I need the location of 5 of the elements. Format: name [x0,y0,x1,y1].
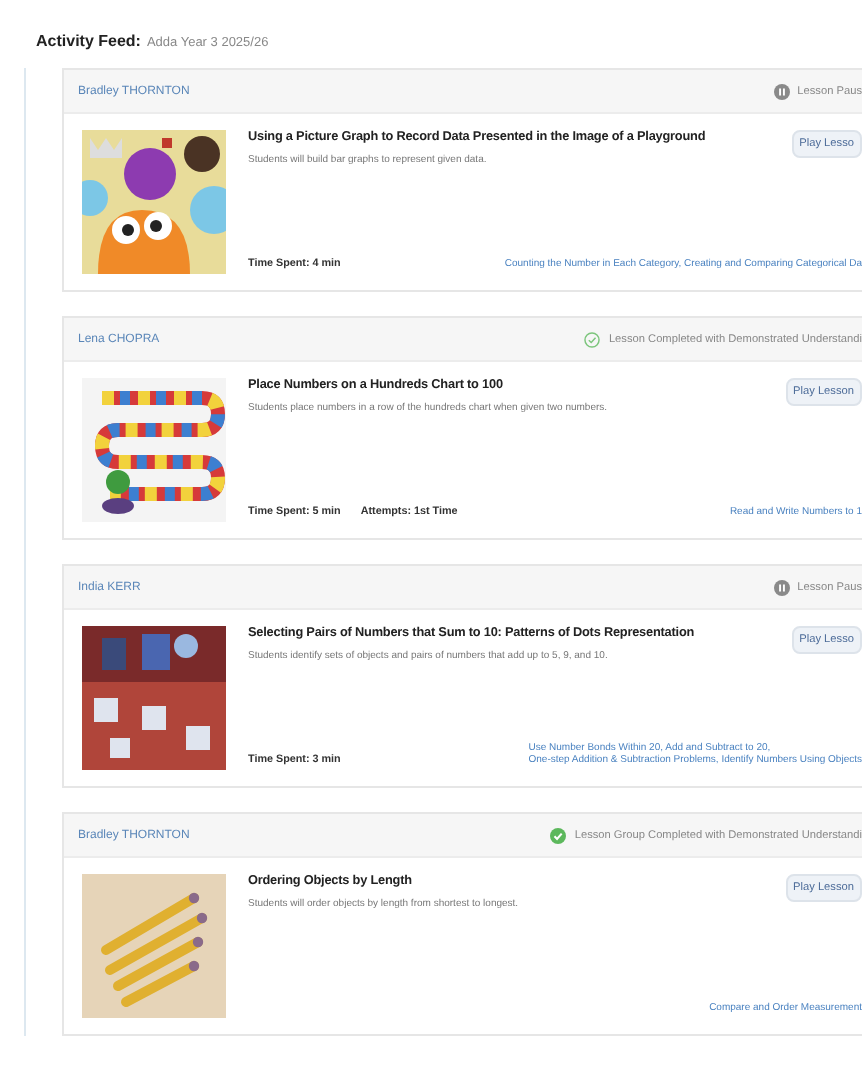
feed-title: Activity Feed: [36,32,141,50]
pencils-illustration [82,874,226,1018]
cartoon-illustration [82,130,226,274]
board-game-illustration [82,378,226,522]
cartoon-scene-illustration [82,626,226,770]
